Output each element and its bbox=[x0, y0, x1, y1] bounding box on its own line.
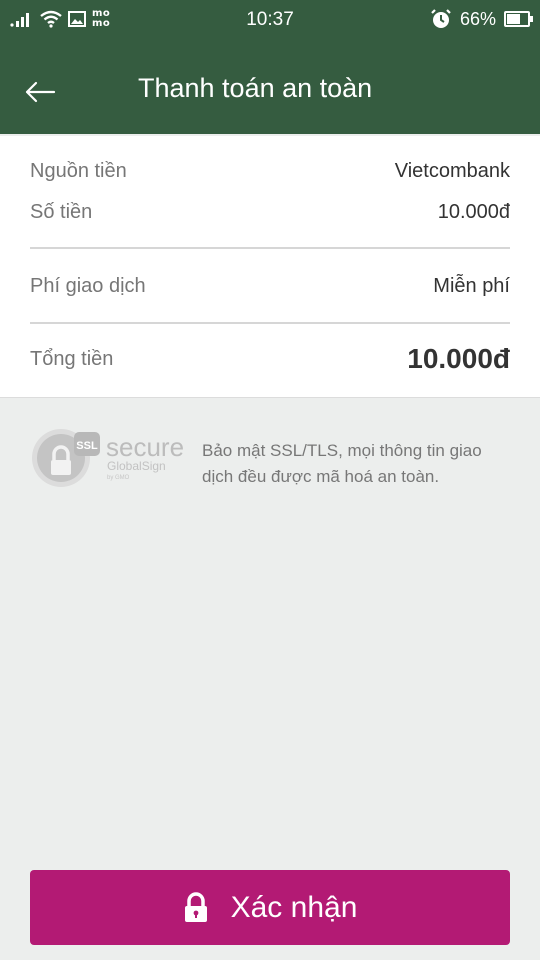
security-notice: SSL secure GlobalSign by GMO Bảo mật SSL… bbox=[30, 426, 510, 492]
source-label: Nguồn tiền bbox=[30, 160, 127, 182]
battery-percent: 66% bbox=[459, 8, 496, 29]
divider bbox=[30, 247, 510, 249]
badge-by-text: by GMO bbox=[107, 475, 130, 481]
confirm-label: Xác nhận bbox=[230, 890, 358, 924]
amount-value: 10.000đ bbox=[437, 201, 510, 223]
lock-icon bbox=[184, 891, 207, 922]
source-value: Vietcombank bbox=[394, 160, 510, 182]
page-title: Thanh toán an toàn bbox=[138, 73, 373, 103]
total-label: Tổng tiền bbox=[30, 347, 114, 370]
app-header: mo mo 10:37 66% Thanh toán an toàn bbox=[0, 0, 540, 134]
arrow-left-icon bbox=[25, 81, 56, 103]
payment-summary-card: Nguồn tiền Vietcombank Số tiền 10.000đ P… bbox=[0, 136, 540, 398]
battery-icon bbox=[504, 11, 533, 27]
total-row: Tổng tiền 10.000đ bbox=[30, 343, 510, 375]
fee-value: Miễn phí bbox=[433, 275, 510, 297]
ssl-secure-badge: SSL secure GlobalSign by GMO bbox=[32, 429, 184, 487]
status-bar: mo mo 10:37 66% bbox=[0, 0, 540, 38]
status-right-icons: 66% bbox=[430, 7, 533, 31]
alarm-icon bbox=[431, 9, 451, 28]
back-button[interactable] bbox=[20, 72, 60, 112]
fee-label: Phí giao dịch bbox=[30, 275, 146, 297]
badge-secure-text: secure bbox=[106, 432, 184, 462]
divider bbox=[30, 322, 510, 324]
badge-brand-text: GlobalSign bbox=[107, 459, 166, 473]
source-row: Nguồn tiền Vietcombank bbox=[30, 160, 510, 183]
badge-ssl-text: SSL bbox=[76, 440, 98, 452]
confirm-button[interactable]: Xác nhận bbox=[30, 870, 510, 945]
amount-row: Số tiền 10.000đ bbox=[30, 201, 510, 224]
battery-level bbox=[507, 14, 520, 24]
fee-row: Phí giao dịch Miễn phí bbox=[30, 275, 510, 298]
amount-label: Số tiền bbox=[30, 201, 93, 223]
total-value: 10.000đ bbox=[407, 343, 510, 374]
security-note: Bảo mật SSL/TLS, mọi thông tin giao dịch… bbox=[202, 441, 482, 486]
